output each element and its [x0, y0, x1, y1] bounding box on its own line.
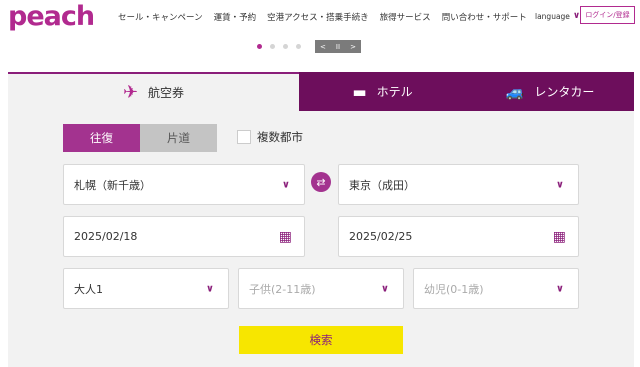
tab-flight[interactable]: ✈ 航空券	[8, 72, 299, 111]
tab-hotel-label: ホテル	[376, 85, 413, 99]
depart-date-field[interactable]: 2025/02/18 ▦	[63, 216, 305, 257]
carousel-dot[interactable]	[283, 44, 288, 49]
multi-city-label: 複数都市	[257, 130, 303, 144]
carousel-dot[interactable]	[296, 44, 301, 49]
destination-value: 東京（成田）	[349, 178, 415, 192]
carousel-controls: < II >	[257, 40, 361, 53]
prev-icon[interactable]: <	[320, 43, 326, 51]
language-selector[interactable]: language ∨	[535, 11, 580, 21]
one-way-button[interactable]: 片道	[140, 124, 217, 152]
header: peach セール・キャンペーン 運賃・予約 空港アクセス・搭乗手続き 旅得サー…	[0, 0, 640, 36]
calendar-icon: ▦	[552, 228, 566, 245]
next-icon[interactable]: >	[350, 43, 356, 51]
nav-item-travel-services[interactable]: 旅得サービス	[380, 11, 431, 23]
pause-icon[interactable]: II	[336, 43, 340, 51]
booking-panel: ✈ 航空券 ▬ ホテル 🚙 レンタカー 往復 片道 複数都市 札幌（新千歳） ∨…	[8, 72, 634, 367]
airplane-icon: ✈	[122, 82, 139, 103]
adults-value: 大人1	[74, 282, 103, 296]
origin-value: 札幌（新千歳）	[74, 178, 151, 192]
carousel-player: < II >	[315, 40, 361, 53]
origin-select[interactable]: 札幌（新千歳） ∨	[63, 164, 305, 205]
depart-date-value: 2025/02/18	[74, 230, 138, 243]
language-label: language	[535, 11, 570, 21]
children-select[interactable]: 子供(2-11歳) ∨	[238, 268, 404, 309]
peach-logo[interactable]: peach	[8, 2, 95, 32]
destination-select[interactable]: 東京（成田） ∨	[338, 164, 579, 205]
infants-select[interactable]: 幼児(0-1歳) ∨	[413, 268, 579, 309]
tab-hotel[interactable]: ▬ ホテル	[299, 72, 466, 111]
login-button[interactable]: ログイン/登録	[580, 6, 635, 24]
tab-flight-label: 航空券	[148, 86, 185, 100]
multi-city-option[interactable]: 複数都市	[237, 129, 303, 145]
tab-car-label: レンタカー	[534, 85, 595, 99]
multi-city-checkbox[interactable]	[237, 130, 251, 144]
nav-item-fares[interactable]: 運賃・予約	[214, 11, 257, 23]
return-date-value: 2025/02/25	[349, 230, 413, 243]
return-date-field[interactable]: 2025/02/25 ▦	[338, 216, 579, 257]
chevron-down-icon: ∨	[555, 283, 564, 294]
chevron-down-icon: ∨	[281, 179, 290, 190]
nav-item-sale[interactable]: セール・キャンペーン	[118, 11, 203, 23]
bed-icon: ▬	[352, 82, 367, 101]
children-value: 子供(2-11歳)	[249, 282, 316, 296]
tab-rental-car[interactable]: 🚙 レンタカー	[466, 72, 634, 111]
search-button[interactable]: 検索	[239, 326, 403, 354]
calendar-icon: ▦	[278, 228, 292, 245]
chevron-down-icon: ∨	[555, 179, 564, 190]
round-trip-button[interactable]: 往復	[63, 124, 140, 152]
chevron-down-icon: ∨	[205, 283, 214, 294]
chevron-down-icon: ∨	[380, 283, 389, 294]
car-icon: 🚙	[505, 82, 525, 101]
main-nav: セール・キャンペーン 運賃・予約 空港アクセス・搭乗手続き 旅得サービス 問い合…	[118, 11, 538, 23]
swap-icon[interactable]: ⇄	[311, 172, 331, 192]
adults-select[interactable]: 大人1 ∨	[63, 268, 229, 309]
carousel-dot[interactable]	[270, 44, 275, 49]
nav-item-airport-access[interactable]: 空港アクセス・搭乗手続き	[267, 11, 369, 23]
booking-tabs: ✈ 航空券 ▬ ホテル 🚙 レンタカー	[8, 72, 634, 111]
carousel-dot[interactable]	[257, 44, 262, 49]
nav-item-support[interactable]: 問い合わせ・サポート	[442, 11, 527, 23]
infants-value: 幼児(0-1歳)	[424, 282, 484, 296]
